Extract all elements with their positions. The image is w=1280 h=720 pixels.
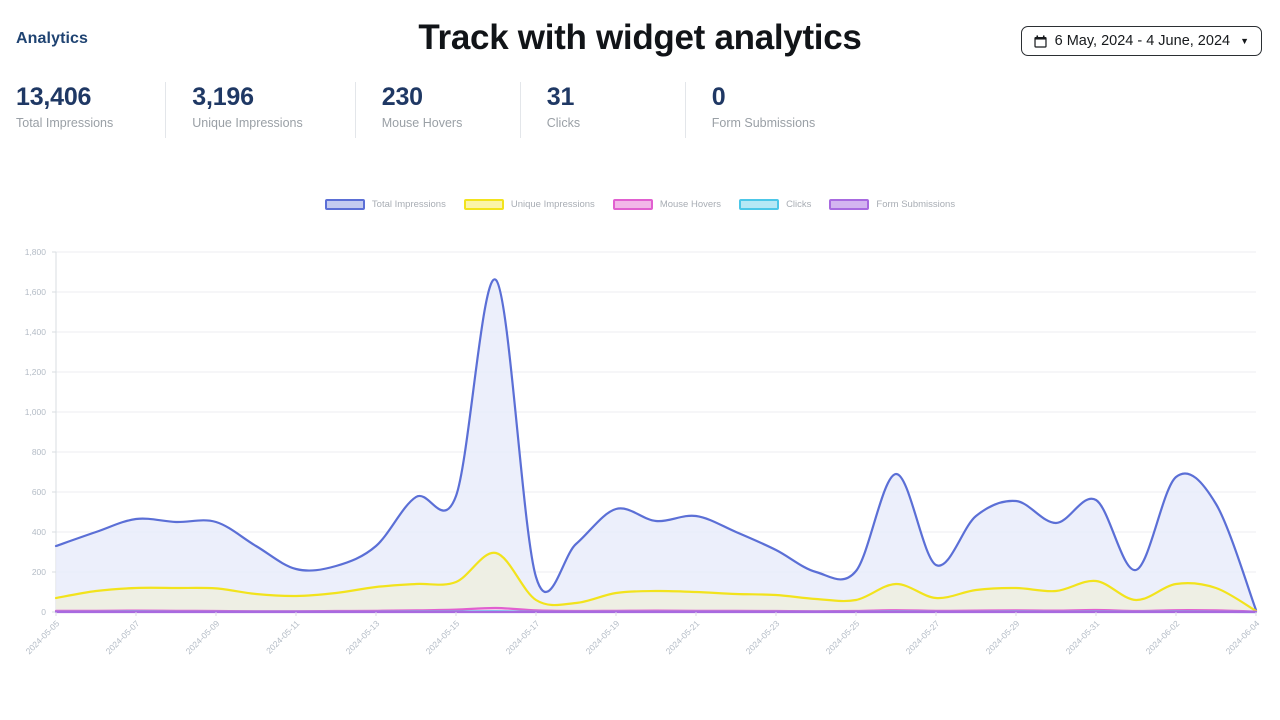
- x-axis-tick-label: 2024-05-21: [664, 618, 702, 656]
- legend-label: Unique Impressions: [510, 198, 595, 210]
- x-axis-tick-label: 2024-05-11: [264, 618, 302, 656]
- chart-canvas: 0 200 400 600 800 1,000 1,200 1,400 1,600 1,800 20…: [24, 247, 1262, 656]
- legend-item[interactable]: Total Impressions: [324, 198, 446, 210]
- chevron-down-icon: ▼: [1240, 35, 1249, 46]
- y-axis-tick-label: 1,200: [25, 367, 47, 377]
- x-axis-tick-label: 2024-05-23: [744, 618, 782, 656]
- y-axis-tick-label: 1,600: [25, 287, 47, 297]
- stat-label: Unique Impressions: [192, 116, 303, 130]
- x-axis-tick-label: 2024-05-17: [504, 618, 542, 656]
- legend-swatch: [829, 198, 870, 210]
- x-axis-tick-label: 2024-05-19: [584, 618, 622, 656]
- x-axis-tick-label: 2024-05-09: [184, 618, 222, 656]
- legend-label: Mouse Hovers: [659, 198, 722, 210]
- legend-item[interactable]: Clicks: [739, 198, 812, 210]
- y-axis-tick-label: 1,800: [25, 247, 47, 257]
- stat-card: 31 Clicks: [519, 82, 659, 138]
- x-axis-tick-label: 2024-05-15: [424, 618, 462, 656]
- y-axis-tick-label: 400: [32, 527, 46, 537]
- stat-label: Clicks: [546, 116, 581, 130]
- x-axis-tick-label: 2024-06-02: [1144, 618, 1182, 656]
- x-axis-tick-label: 2024-05-13: [344, 618, 382, 656]
- stat-value: 3,196: [192, 83, 254, 111]
- y-axis-tick-label: 1,000: [25, 407, 47, 417]
- x-axis-tick-label: 2024-05-29: [984, 618, 1022, 656]
- legend-label: Form Submissions: [876, 198, 956, 210]
- legend-swatch: [463, 198, 504, 210]
- date-range-label: 6 May, 2024 - 4 June, 2024: [1054, 33, 1231, 49]
- stat-value: 31: [546, 83, 575, 111]
- y-axis-tick-label: 200: [32, 567, 46, 577]
- legend-label: Total Impressions: [371, 198, 446, 210]
- stat-value: 0: [711, 83, 726, 111]
- date-range-picker[interactable]: 6 May, 2024 - 4 June, 2024 ▼: [1020, 26, 1262, 56]
- stat-value: 13,406: [16, 83, 92, 111]
- y-axis-tick-label: 600: [32, 487, 46, 497]
- legend-item[interactable]: Mouse Hovers: [612, 198, 722, 210]
- stat-label: Total Impressions: [16, 116, 114, 130]
- y-axis-tick-label: 1,400: [25, 327, 47, 337]
- x-axis-tick-label: 2024-05-25: [824, 618, 862, 656]
- chart-series: [54, 278, 1258, 612]
- stats-row: 13,406 Total Impressions 3,196 Unique Im…: [16, 82, 1280, 138]
- calendar-icon: [1034, 34, 1047, 48]
- y-axis-tick-label: 800: [32, 447, 46, 457]
- x-axis-tick-label: 2024-05-05: [24, 618, 62, 656]
- x-axis-tick-label: 2024-05-31: [1064, 618, 1102, 656]
- legend-swatch: [324, 198, 365, 210]
- stat-card: 0 Form Submissions: [684, 82, 842, 138]
- legend-item[interactable]: Form Submissions: [829, 198, 956, 210]
- legend-item[interactable]: Unique Impressions: [463, 198, 595, 210]
- stat-label: Mouse Hovers: [381, 116, 463, 130]
- stat-card: 230 Mouse Hovers: [354, 82, 494, 138]
- x-axis-tick-label: 2024-06-04: [1224, 618, 1262, 656]
- stat-label: Form Submissions: [711, 116, 816, 130]
- x-axis-tick-label: 2024-05-07: [104, 618, 142, 656]
- stat-value: 230: [381, 83, 423, 111]
- x-axis-tick-label: 2024-05-27: [904, 618, 942, 656]
- y-axis-tick-label: 0: [41, 607, 46, 617]
- page-header: Analytics Track with widget analytics 6 …: [0, 0, 1280, 70]
- legend-swatch: [612, 198, 653, 210]
- legend-swatch: [739, 198, 780, 210]
- series-area: [56, 279, 1256, 612]
- stat-card: 3,196 Unique Impressions: [165, 82, 328, 138]
- chart-legend: Total Impressions Unique Impressions Mouse…: [0, 196, 1280, 212]
- legend-label: Clicks: [786, 198, 812, 210]
- analytics-chart: 0 200 400 600 800 1,000 1,200 1,400 1,600 1,800 20…: [0, 240, 1280, 660]
- stat-card: 13,406 Total Impressions: [16, 82, 139, 138]
